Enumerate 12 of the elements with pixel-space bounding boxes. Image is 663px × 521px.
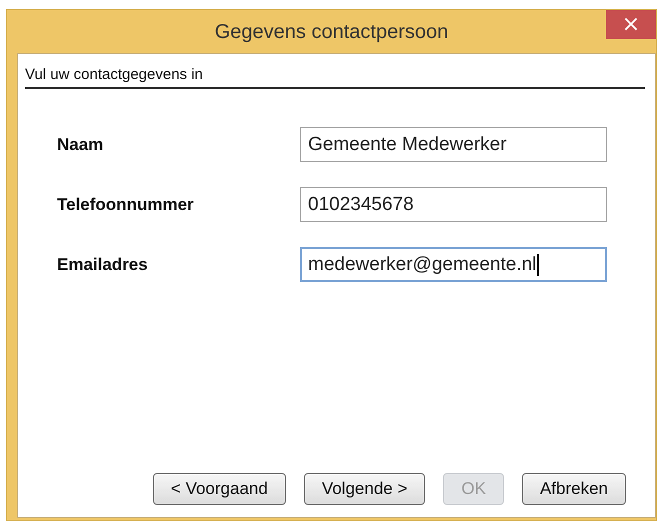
dialog-button[interactable]: Afbreken: [522, 473, 626, 505]
field-label: Naam: [57, 134, 104, 154]
input-field[interactable]: 0102345678: [300, 187, 607, 222]
dialog-button[interactable]: < Voorgaand: [152, 473, 286, 505]
field-label: Emailadres: [57, 254, 149, 274]
input-field[interactable]: Gemeente Medewerker: [300, 127, 607, 162]
close-button[interactable]: ×: [606, 10, 656, 39]
field-label: Telefoonnummer: [57, 194, 195, 214]
dialog-button[interactable]: Volgende >: [304, 473, 426, 505]
section-heading: Vul uw contactgegevens in: [25, 66, 645, 89]
window-title: Gegevens contactpersoon: [214, 21, 450, 44]
input-field[interactable]: medewerker@gemeente.nl: [300, 247, 607, 282]
